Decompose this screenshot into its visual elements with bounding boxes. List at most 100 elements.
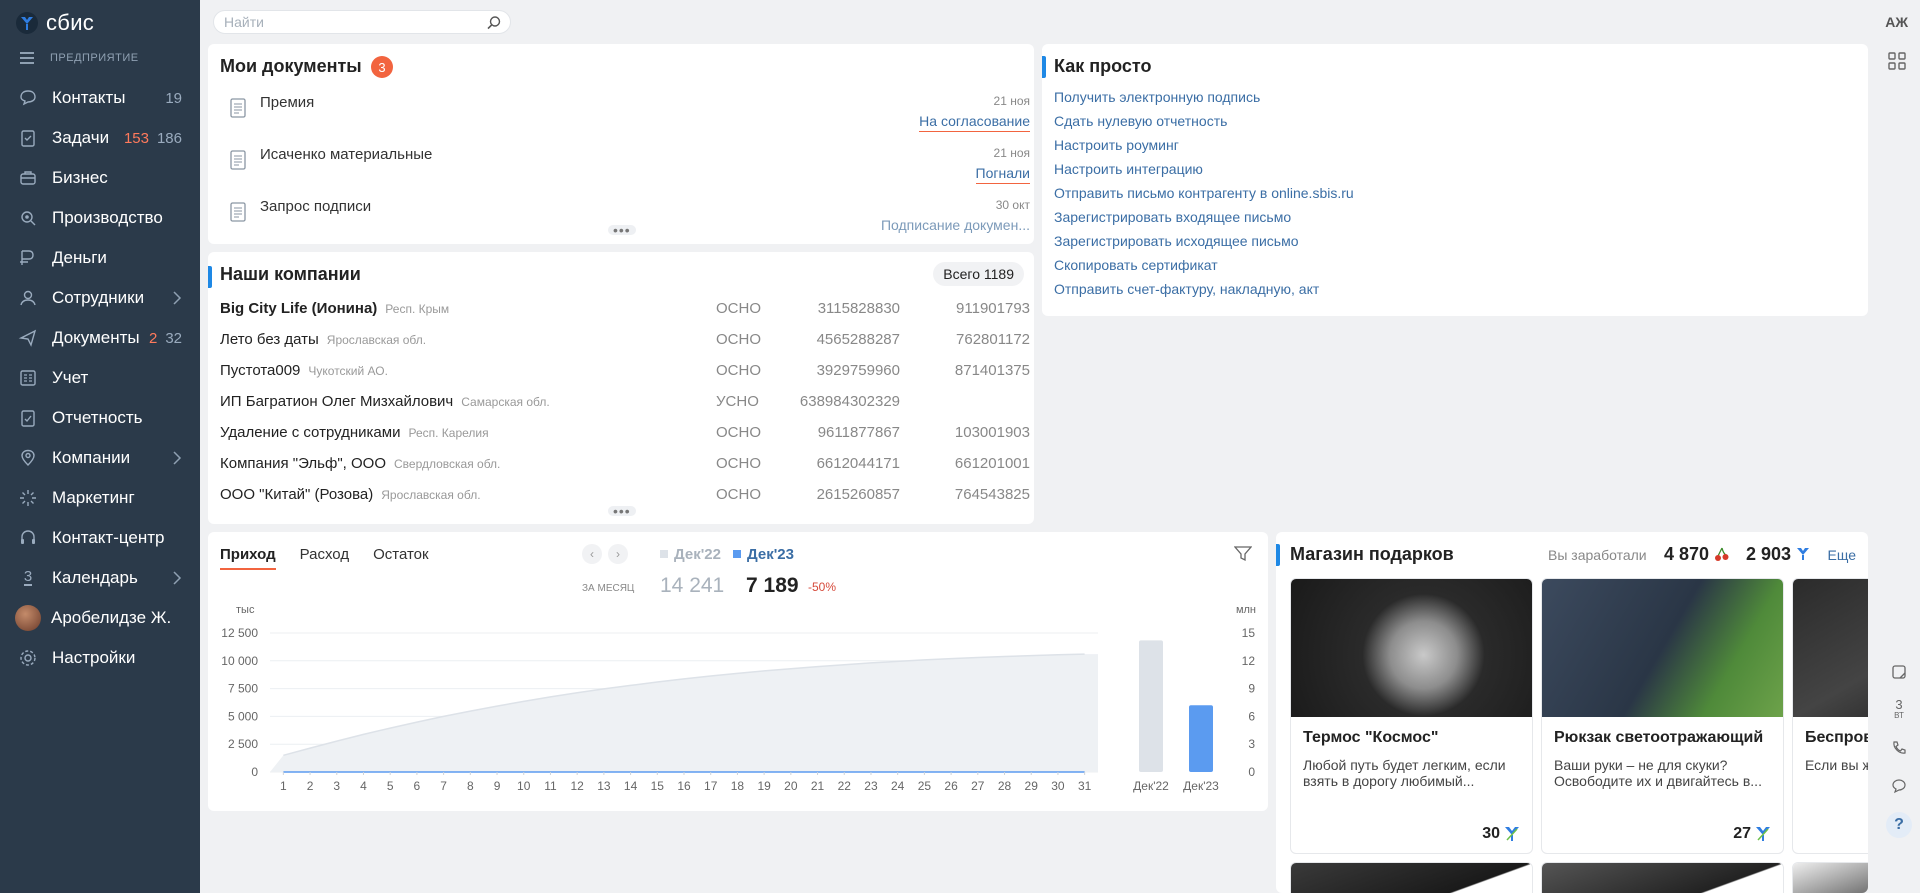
company-row[interactable]: Лето без даты Ярославская обл. ОСНО 4565288…	[220, 331, 1030, 362]
legend-prev[interactable]: Дек'22	[660, 546, 721, 563]
staff-icon	[18, 288, 38, 308]
product-card[interactable]: Рюкзак светоотражающий Ваши руки – не для…	[1541, 578, 1784, 854]
earned-cherries: 4 870	[1664, 544, 1730, 565]
reporting-icon	[18, 408, 38, 428]
document-status[interactable]: На согласование	[919, 113, 1030, 132]
document-date: 21 ноя	[993, 146, 1030, 160]
more-button[interactable]: •••	[608, 223, 636, 237]
how-to-link[interactable]: Настроить роуминг	[1054, 136, 1354, 160]
how-to-link[interactable]: Зарегистрировать исходящее письмо	[1054, 232, 1354, 256]
company-name: ПРЕДПРИЯТИЕ	[50, 52, 139, 64]
income-chart: 12 50010 0007 5005 0002 50001 2 3 4 5 6 7 8 9 10 1…	[221, 626, 1256, 793]
x-tick-label: 22	[838, 779, 852, 793]
how-to-link[interactable]: Получить электронную подпись	[1054, 88, 1354, 112]
search-box[interactable]	[213, 10, 511, 34]
production-icon	[18, 208, 38, 228]
product-card[interactable]: Беспров Сбис Если вы ж «успеть в	[1792, 578, 1868, 854]
search-input[interactable]	[224, 14, 474, 30]
filter-icon[interactable]	[1233, 546, 1253, 567]
company-name: Big City Life (Ионина) Респ. Крым	[220, 300, 450, 317]
more-button[interactable]: •••	[608, 504, 636, 518]
tab-1[interactable]: Приход	[220, 546, 276, 570]
total-companies-badge[interactable]: Всего 1189	[933, 262, 1024, 286]
x-tick-label: 15	[651, 779, 665, 793]
sidebar-item-12[interactable]: Контакт-центр	[0, 518, 200, 558]
counter-primary: 19	[165, 89, 182, 107]
sidebar-item-5[interactable]: Деньги	[0, 238, 200, 278]
notes-icon[interactable]	[1887, 660, 1911, 684]
company-row[interactable]: Удаление с сотрудниками Респ. Карелия ОСНО…	[220, 424, 1030, 455]
help-button[interactable]: ?	[1886, 812, 1912, 838]
user-menu-button[interactable]: АЖ	[1885, 14, 1908, 30]
sidebar-item-14[interactable]: Аробелидзе Ж.	[0, 598, 200, 638]
phone-icon[interactable]	[1887, 736, 1911, 760]
tab-3[interactable]: Остаток	[373, 546, 429, 570]
document-status[interactable]: Погнали	[975, 165, 1030, 184]
card-title[interactable]: Наши компании	[220, 264, 361, 285]
product-card[interactable]	[1541, 862, 1784, 893]
menu-icon[interactable]	[20, 52, 34, 64]
product-card[interactable]	[1792, 862, 1868, 893]
sidebar-item-label: Сотрудники	[52, 288, 145, 307]
finance-widget: Приход Расход Остаток ‹ › Дек'22 Дек'23 ЗА…	[208, 532, 1268, 811]
tab-2[interactable]: Расход	[300, 546, 349, 570]
company-row[interactable]: ИП Багратион Олег Мизхайлович Самарская о…	[220, 393, 1030, 424]
next-period-button[interactable]: ›	[608, 544, 628, 564]
my-documents-card: Мои документы 3 Премия 21 ноя На согласова…	[208, 44, 1034, 244]
product-card[interactable]	[1290, 862, 1533, 893]
company-switcher[interactable]: ПРЕДПРИЯТИЕ	[20, 52, 139, 64]
x-tick-label: 17	[704, 779, 718, 793]
search-icon[interactable]	[486, 15, 502, 36]
y-tick-label-right: 6	[1248, 709, 1255, 723]
company-row[interactable]: Big City Life (Ионина) Респ. Крым ОСНО 3115…	[220, 300, 1030, 331]
chevron-right-icon[interactable]	[172, 570, 182, 591]
company-kpp: 871401375	[954, 362, 1030, 379]
company-row[interactable]: Компания "Эльф", ООО Свердловская обл. ОСН…	[220, 455, 1030, 486]
how-to-link[interactable]: Отправить счет-фактуру, накладную, акт	[1054, 280, 1354, 304]
card-title[interactable]: Магазин подарков	[1290, 544, 1454, 565]
sidebar-item-3[interactable]: Бизнес	[0, 158, 200, 198]
chevron-right-icon[interactable]	[172, 450, 182, 471]
sidebar-item-15[interactable]: Настройки	[0, 638, 200, 678]
sidebar-item-9[interactable]: Отчетность	[0, 398, 200, 438]
prev-period-button[interactable]: ‹	[582, 544, 602, 564]
card-title[interactable]: Мои документы	[220, 56, 362, 77]
calendar-day-button[interactable]: 3 ВТ	[1887, 698, 1911, 722]
logo[interactable]: сбис	[16, 10, 94, 36]
company-kpp: 911901793	[956, 300, 1030, 317]
sidebar-item-1[interactable]: Контакты 19	[0, 78, 200, 118]
document-row[interactable]: Премия 21 ноя На согласование	[220, 92, 1030, 142]
sidebar-item-4[interactable]: Производство	[0, 198, 200, 238]
bar-2	[1189, 705, 1213, 772]
documents-count-badge: 3	[371, 56, 393, 78]
how-to-link[interactable]: Настроить интеграцию	[1054, 160, 1354, 184]
chat-bubble-icon[interactable]	[1887, 774, 1911, 798]
how-to-link[interactable]: Скопировать сертификат	[1054, 256, 1354, 280]
company-region: Свердловская обл.	[394, 457, 501, 471]
y-tick-label-right: 15	[1242, 626, 1256, 640]
document-status[interactable]: Подписание докумен...	[881, 217, 1030, 235]
widgets-grid-icon[interactable]	[1888, 52, 1906, 75]
product-card[interactable]: Термос "Космос" Любой путь будет легким, …	[1290, 578, 1533, 854]
sidebar-item-13[interactable]: 3 Календарь	[0, 558, 200, 598]
legend-cur[interactable]: Дек'23	[732, 546, 794, 563]
document-row[interactable]: Запрос подписи 30 окт Подписание докумен..…	[220, 196, 1030, 246]
company-inn: 4565288287	[816, 331, 900, 348]
sidebar-item-8[interactable]: Учет	[0, 358, 200, 398]
our-companies-card: Наши компании Всего 1189 Big City Life (…	[208, 252, 1034, 524]
sidebar-item-10[interactable]: Компании	[0, 438, 200, 478]
how-to-link[interactable]: Отправить письмо контрагенту в online.sb…	[1054, 184, 1354, 208]
how-to-link[interactable]: Зарегистрировать входящее письмо	[1054, 208, 1354, 232]
company-region: Ярославская обл.	[326, 333, 427, 347]
how-to-link[interactable]: Сдать нулевую отчетность	[1054, 112, 1354, 136]
sidebar-item-11[interactable]: Маркетинг	[0, 478, 200, 518]
company-inn: 638984302329	[799, 393, 900, 410]
x-tick-label: 12	[570, 779, 584, 793]
chevron-right-icon[interactable]	[172, 290, 182, 311]
company-row[interactable]: Пустота009 Чукотский АО. ОСНО 3929759960 871…	[220, 362, 1030, 393]
sidebar-item-7[interactable]: Документы 2 32	[0, 318, 200, 358]
sidebar-item-6[interactable]: Сотрудники	[0, 278, 200, 318]
sidebar-item-2[interactable]: Задачи 153 186	[0, 118, 200, 158]
more-link[interactable]: Еще	[1828, 547, 1857, 563]
document-row[interactable]: Исаченко материальные 21 ноя Погнали	[220, 144, 1030, 194]
